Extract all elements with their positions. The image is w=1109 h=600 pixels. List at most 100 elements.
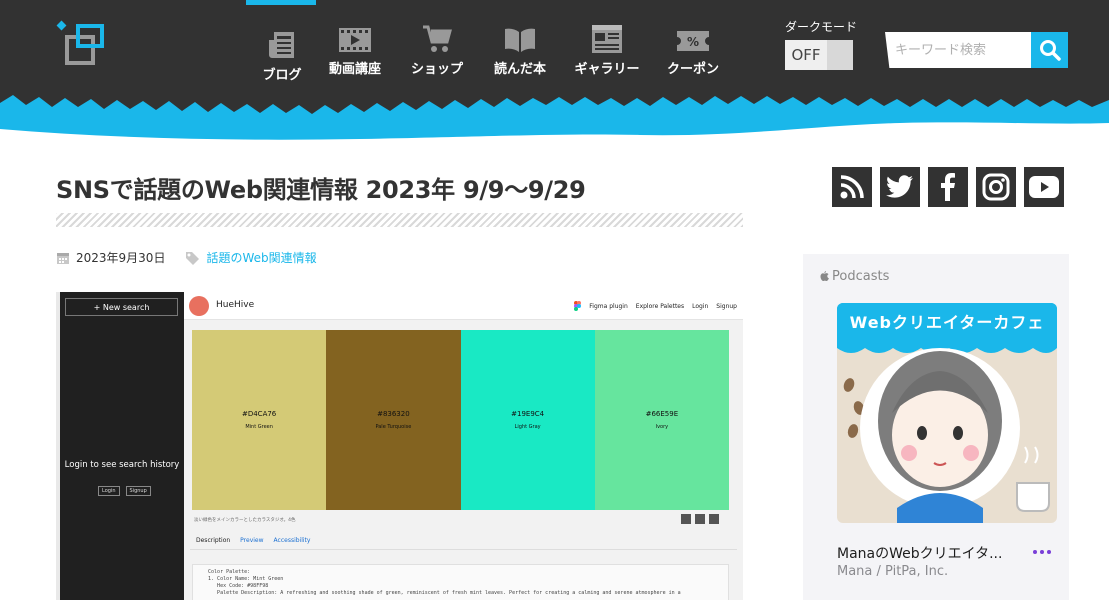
swatch-hex: #19E9C4 [511,410,545,418]
huehive-app: HueHive Figma plugin Explore Palettes Lo… [184,292,743,600]
article-date: 2023年9月30日 [76,251,166,265]
youtube-link[interactable] [1024,167,1064,207]
gallery-icon [589,20,625,54]
nav-active-indicator [246,0,316,5]
header-wave-decoration [0,95,1109,150]
article-title: SNSで話題のWeb関連情報 2023年 9/9〜9/29 [56,176,586,204]
toggle-knob [827,40,853,70]
film-icon [337,20,373,54]
tab-description: Description [196,537,231,544]
mini-login-button: Login [98,486,120,496]
dark-mode-state: OFF [785,40,827,70]
swatch-name: Pale Turquoise [375,424,412,430]
palette-actions [681,514,719,524]
nav-item-gallery[interactable]: ギャラリー [562,20,652,83]
tab-accessibility: Accessibility [273,537,311,544]
tab-preview: Preview [240,537,264,544]
nav-label-coupon: クーポン [666,62,719,77]
nav-label-video-course: 動画講座 [328,62,381,77]
mini-signup-button: Signup [125,486,151,496]
svg-text:%: % [687,35,699,49]
facebook-icon [941,173,955,201]
main-nav: ブログ 動画講座 ショップ 読んだ本 ギャラリー % クーポン [250,20,734,83]
more-options-button[interactable] [1033,550,1051,554]
search-button[interactable] [1031,32,1068,68]
podcast-publisher: Mana / PitPa, Inc. [837,564,949,579]
nav-label-gallery: ギャラリー [574,62,640,77]
search-input[interactable] [885,32,1031,68]
tag-icon [186,251,200,265]
social-links [832,167,1064,207]
toplink: Explore Palettes [635,302,685,310]
more-dot [1040,550,1044,554]
podcast-show-title[interactable]: ManaのWebクリエイタ... [837,543,1002,563]
instagram-link[interactable] [976,167,1016,207]
huehive-sidebar [60,292,184,600]
toplink: Figma plugin [589,302,628,310]
swatch-hex: #836320 [377,410,410,418]
podcast-widget: Podcasts Webクリエイターカフェ ManaのWebクリエイタ... M… [803,254,1069,600]
huehive-brand: HueHive [216,300,255,310]
article-category-link[interactable]: 話題のWeb関連情報 [206,249,316,266]
rss-link[interactable] [832,167,872,207]
login-message: Login to see search history [64,460,180,470]
swatch: #836320 Pale Turquoise [326,330,461,510]
nav-item-shop[interactable]: ショップ [396,20,478,83]
swatch: #D4CA76 Mint Green [192,330,327,510]
expand-icon [695,514,705,524]
nav-item-video-course[interactable]: 動画講座 [314,20,396,83]
twitter-link[interactable] [880,167,920,207]
swatch-hex: #D4CA76 [241,410,277,418]
palette-caption: 淡い緑色をメインカラーとしたカラスタジオ。4色 [194,518,296,523]
new-search-button: + New search [65,298,178,316]
swatch: #66E59E Ivory [594,330,729,510]
sidebar-auth-buttons: Login Signup [98,486,151,496]
artwork-title: Webクリエイターカフェ [849,313,1045,332]
nav-item-blog[interactable]: ブログ [250,26,314,83]
nav-item-books[interactable]: 読んだ本 [478,20,562,83]
title-divider [56,213,743,227]
more-dot [1033,550,1037,554]
huehive-logo [189,296,209,316]
huehive-tabs: Description Preview Accessibility [190,532,737,550]
palette-swatches: #D4CA76 Mint Green #836320 Pale Turquois… [192,330,729,510]
palette-description-code: Color Palette: 1. Color Name: Mint Green… [192,564,729,600]
dark-mode-label: ダークモード [785,20,858,34]
rss-icon [840,175,864,199]
facebook-link[interactable] [928,167,968,207]
site-header: ブログ 動画講座 ショップ 読んだ本 ギャラリー % クーポン ダークモード O… [0,0,1109,150]
site-logo[interactable] [56,20,106,66]
article-hero-image: + New search Login to see search history… [56,292,743,600]
dark-mode-switch: ダークモード OFF [785,18,857,70]
article-meta: 2023年9月30日 話題のWeb関連情報 [56,249,317,266]
huehive-toplinks: Figma plugin Explore Palettes Login Sign… [574,301,737,311]
coupon-icon: % [675,20,711,54]
cart-icon [419,20,455,54]
figma-icon [574,301,582,311]
more-dot [1047,550,1051,554]
download-icon [709,514,719,524]
huehive-topbar: HueHive Figma plugin Explore Palettes Lo… [184,292,743,320]
podcasts-label-text: Podcasts [832,269,890,284]
site-search [885,32,1068,68]
podcasts-label: Podcasts [820,269,889,284]
dark-mode-toggle[interactable]: OFF [785,40,853,70]
apple-icon [820,271,829,281]
toplink: Login [692,302,709,310]
nav-item-coupon[interactable]: % クーポン [652,20,734,83]
swatch-name: Mint Green [245,424,273,430]
twitter-icon [886,175,913,198]
instagram-icon [982,173,1010,201]
youtube-icon [1029,176,1059,198]
copy-icon [681,514,691,524]
nav-label-books: 読んだ本 [493,62,546,77]
swatch: #19E9C4 Light Gray [460,330,595,510]
toplink: Signup [716,302,737,310]
search-icon [1039,40,1061,61]
podcast-artwork[interactable]: Webクリエイターカフェ [837,303,1057,523]
newspaper-icon [264,26,300,60]
swatch-hex: #66E59E [645,410,679,418]
swatch-name: Ivory [655,424,669,430]
swatch-name: Light Gray [514,424,541,430]
nav-label-shop: ショップ [410,62,463,77]
